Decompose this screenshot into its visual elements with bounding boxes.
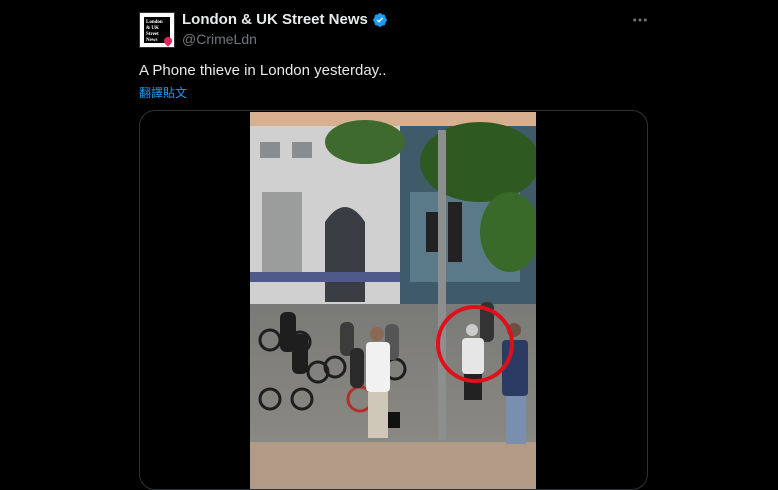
tweet: London & UK Street News London & UK Stre… bbox=[0, 0, 778, 490]
translate-post-link[interactable]: 翻譯貼文 bbox=[139, 84, 187, 101]
avatar-logo: London & UK Street News bbox=[144, 17, 174, 47]
tweet-text: A Phone thieve in London yesterday.. bbox=[139, 62, 387, 79]
display-name[interactable]: London & UK Street News bbox=[182, 11, 368, 28]
avatar[interactable]: London & UK Street News bbox=[139, 12, 175, 48]
video-frame bbox=[250, 112, 536, 489]
account-name[interactable]: London & UK Street News bbox=[182, 11, 388, 28]
location-pin-icon bbox=[162, 35, 174, 47]
verified-badge-icon bbox=[373, 12, 387, 27]
avatar-logo-text: London & UK Street News bbox=[146, 20, 163, 43]
more-options-button[interactable] bbox=[630, 10, 650, 30]
account-handle[interactable]: @CrimeLdn bbox=[182, 31, 257, 47]
more-horizontal-icon bbox=[633, 18, 647, 22]
video-player[interactable] bbox=[250, 112, 536, 489]
media-container[interactable] bbox=[139, 110, 648, 490]
